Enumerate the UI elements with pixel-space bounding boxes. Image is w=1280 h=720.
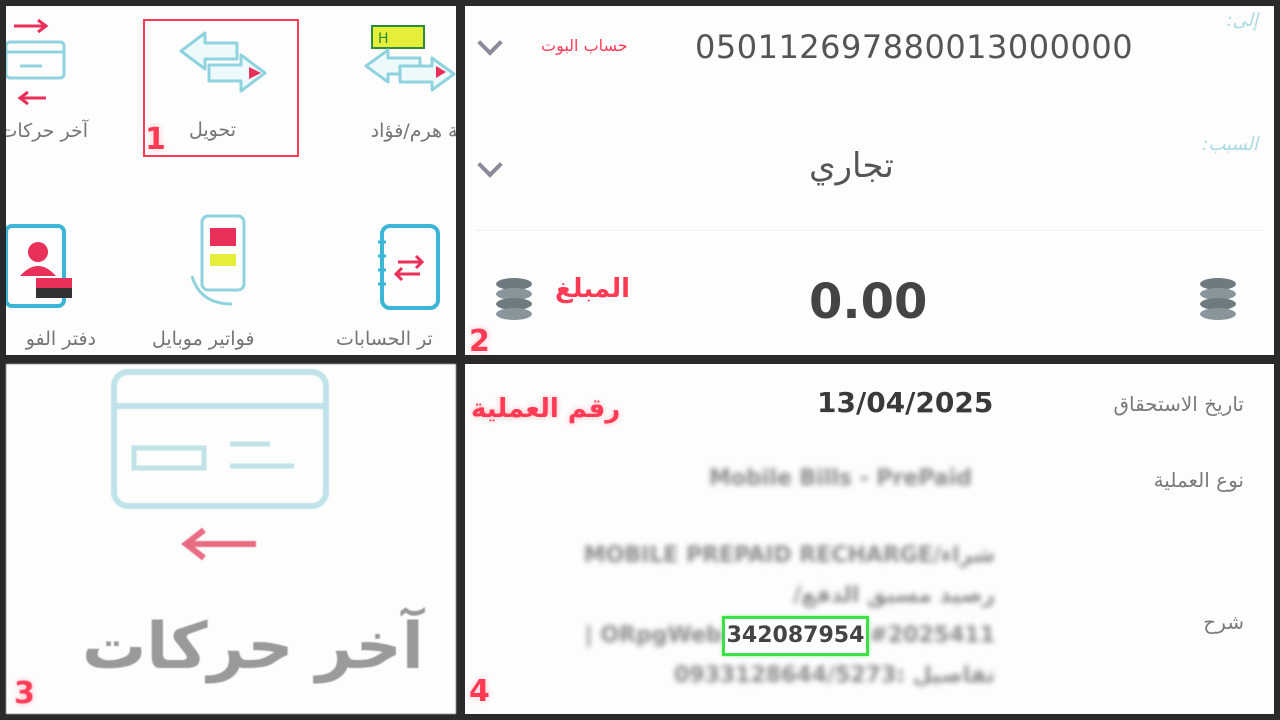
transfer-arrows-icon xyxy=(179,31,267,93)
reason-field-hint: السبب: xyxy=(1202,134,1258,155)
amount-value[interactable]: 0.00 xyxy=(809,274,927,330)
panel-4-transaction-details: رقم العملية تاريخ الاستحقاق 13/04/2025 ن… xyxy=(465,364,1274,714)
transaction-number-annotation: رقم العملية xyxy=(471,394,621,424)
description-line-3-suffix: #2025411 xyxy=(869,623,995,648)
menu-label-transfer: تحويل xyxy=(189,119,237,141)
panel-1-menu-grid: آخر حركات تحويل 1 H لة هرم/فؤاد دفتر الف… xyxy=(6,6,456,355)
description-label: شرح xyxy=(1203,610,1244,634)
transaction-id-highlight: 342087954 xyxy=(721,616,870,656)
panel-3-last-transactions-zoom: آخر حركات 3 xyxy=(6,364,456,714)
reason-dropdown-chevron-icon[interactable] xyxy=(477,152,503,178)
contact-book-icon xyxy=(6,224,72,308)
menu-label-bills-book: دفتر الفو xyxy=(25,328,96,350)
accounts-book-icon xyxy=(378,224,440,310)
operation-type-label: نوع العملية xyxy=(1153,468,1244,492)
panel-4-number: 4 xyxy=(469,674,490,709)
mobile-phone-icon xyxy=(190,214,246,306)
divider xyxy=(475,230,1264,231)
description-line-1: MOBILE PREPAID RECHARGE/شراء xyxy=(583,543,995,568)
description-line-3: | ORpgWeb 342087954 #2025411 xyxy=(575,616,995,656)
due-date-value: 13/04/2025 xyxy=(817,386,994,419)
card-arrows-icon xyxy=(6,18,66,106)
menu-label-mobile-bills: فواتير موبايل xyxy=(152,328,255,350)
panel-3-number: 3 xyxy=(14,676,35,711)
operation-type-value: Mobile Bills - PrePaid xyxy=(709,466,972,491)
to-field-hint: إلى: xyxy=(1226,10,1258,31)
due-date-label: تاريخ الاستحقاق xyxy=(1113,392,1244,416)
amount-annotation: المبلغ xyxy=(555,274,631,304)
panel-2-transfer-form: إلى: حساب البوت 050112697880013000000 ال… xyxy=(465,6,1274,355)
cash-transfer-icon: H xyxy=(364,25,456,92)
panel-1-number: 1 xyxy=(145,122,166,157)
description-line-2: رصيد مسبق الدفع/ xyxy=(793,583,995,608)
menu-label-last-transactions: آخر حركات xyxy=(6,120,88,142)
account-number[interactable]: 050112697880013000000 xyxy=(695,28,1133,66)
menu-item-transfer[interactable]: تحويل xyxy=(143,19,299,157)
menu-label-accounts-book: تر الحسابات xyxy=(336,328,433,350)
panel-2-number: 2 xyxy=(469,324,490,355)
bot-account-annotation: حساب البوت xyxy=(541,36,628,55)
svg-text:H: H xyxy=(378,31,389,47)
last-transactions-label: آخر حركات xyxy=(82,610,424,684)
coins-icon xyxy=(496,278,532,320)
description-line-4: 0933128644/5273: تفاصيل xyxy=(673,663,995,688)
card-arrow-icon xyxy=(111,369,329,561)
account-dropdown-chevron-icon[interactable] xyxy=(477,30,503,56)
coins-icon-right xyxy=(1200,278,1236,320)
description-block: MOBILE PREPAID RECHARGE/شراء رصيد مسبق ا… xyxy=(575,536,995,696)
description-line-3-prefix: | ORpgWeb xyxy=(584,623,722,648)
reason-value[interactable]: تجاري xyxy=(809,146,894,186)
menu-label-haram-fouad: لة هرم/فؤاد xyxy=(370,120,456,142)
